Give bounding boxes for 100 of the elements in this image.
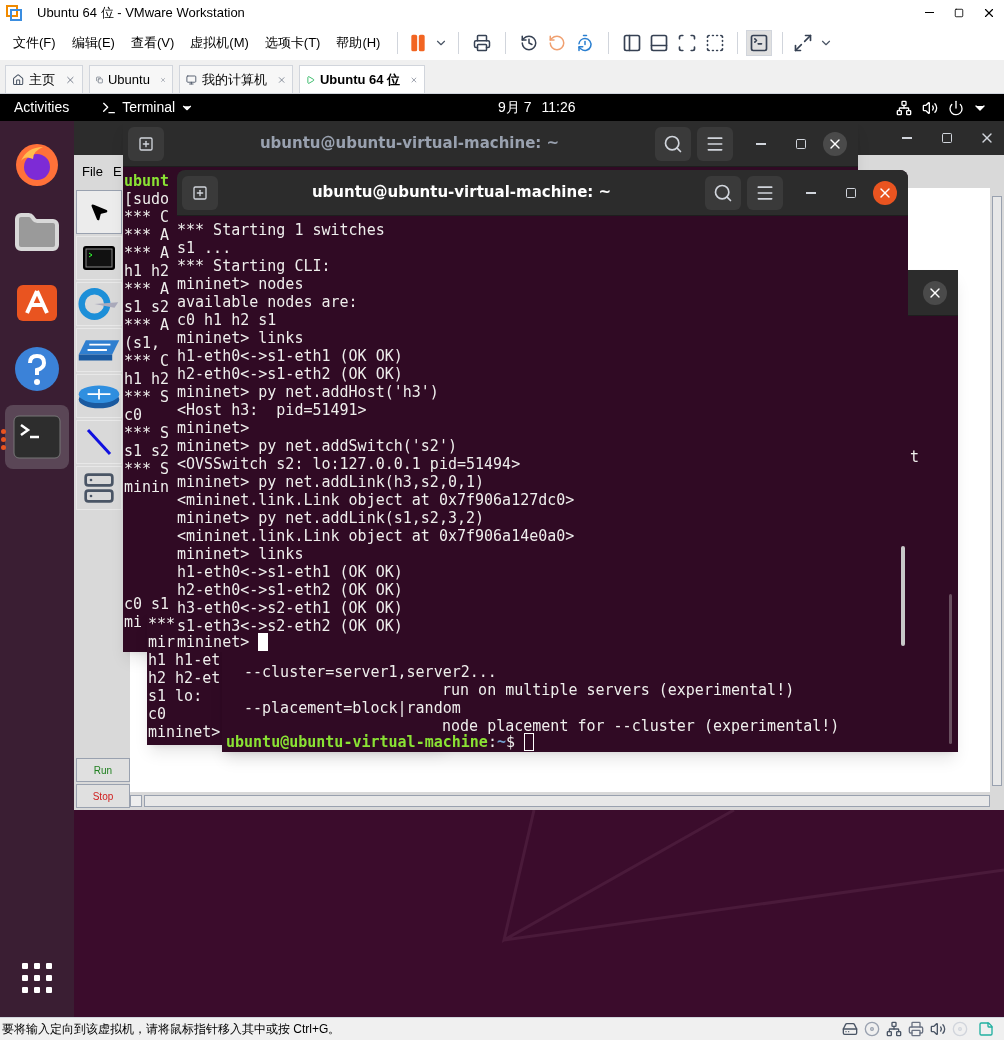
search-button[interactable] [655, 126, 691, 161]
terminal-line: *** A [124, 315, 170, 332]
terminal-line: *** S [124, 459, 170, 476]
network-icon[interactable] [896, 99, 912, 116]
browser-icon [13, 141, 61, 189]
tool-button[interactable] [76, 190, 122, 234]
send-keys-button[interactable] [473, 33, 492, 52]
menu-item[interactable]: 查看(V) [125, 29, 180, 56]
terminal-line: h1 h2 [124, 261, 170, 278]
controller-icon [78, 287, 120, 321]
menu-item[interactable]: 选项卡(T) [259, 29, 326, 56]
terminal-line: --cluster=server1,server2... [244, 662, 497, 679]
line-icon [86, 428, 112, 456]
window-title: Ubuntu 64 位 - VMware Workstation [37, 3, 245, 22]
terminal-line: c0 s1 [124, 594, 170, 611]
volume-icon[interactable] [922, 99, 938, 116]
new-tab-icon [138, 135, 154, 152]
network-icon[interactable] [886, 1021, 902, 1037]
run-button[interactable]: Run [76, 758, 130, 782]
terminal-line: mininet> py net.addLink(s1,s2,3,2) [177, 508, 485, 525]
terminal-line: <mininet.link.Link object at 0x7f906a127dc0> [177, 490, 575, 507]
unity-button[interactable] [705, 32, 726, 53]
terminal-line: mininet> [177, 418, 250, 435]
terminal-line: h2-eth0<->s1-eth2 (OK OK) [177, 580, 403, 597]
terminal-icon [13, 415, 61, 459]
history-icon [520, 33, 539, 52]
tab[interactable]: 主页 [5, 65, 83, 93]
terminal-line: s1 s2 [124, 297, 170, 314]
new-tab-button[interactable] [128, 126, 164, 161]
minimize-icon [756, 142, 766, 145]
sidebar-view-button[interactable] [622, 32, 643, 53]
home-icon [12, 71, 25, 88]
terminal-line: *** C [124, 351, 170, 368]
close-button[interactable] [823, 131, 847, 156]
tab-label: 主页 [29, 70, 56, 89]
snapshot-button[interactable] [520, 33, 539, 52]
new-tab-button[interactable] [182, 175, 218, 210]
terminal-line: *** A [124, 243, 170, 260]
app-grid-button[interactable] [22, 963, 52, 993]
window-title: ubuntu@ubuntu-virtual-machine: ~ [311, 182, 612, 204]
printer-icon[interactable] [908, 1021, 924, 1037]
tab[interactable]: 我的计算机 [179, 65, 293, 93]
new-tab-icon [192, 184, 208, 201]
scrollbar-thumb[interactable] [901, 546, 905, 646]
search-button[interactable] [705, 175, 741, 210]
menu-item[interactable]: 虚拟机(M) [185, 29, 254, 56]
terminal-line: t [910, 447, 920, 464]
terminal-line: *** S [124, 387, 170, 404]
terminal-line: run on multiple servers (experimental!) [442, 680, 795, 697]
terminal-line: ubunt [124, 171, 170, 188]
panel-left-icon [622, 32, 643, 53]
search-icon [663, 133, 683, 154]
menu-item[interactable]: 文件(F) [8, 29, 61, 56]
printer-icon [473, 33, 492, 52]
power-icon[interactable] [948, 99, 964, 116]
terminal-line: s1-eth3<->s2-eth2 (OK OK) [177, 616, 403, 633]
thumbnail-view-button[interactable] [649, 32, 670, 53]
scrollbar-thumb[interactable] [949, 594, 952, 744]
full-screen-icon [677, 32, 698, 53]
menu-item[interactable]: 编辑(E) [66, 29, 120, 56]
console-view-button[interactable] [746, 29, 773, 56]
snapshot-manager-button[interactable] [576, 33, 595, 52]
stop-button[interactable]: Stop [76, 784, 130, 808]
terminal-line: mininet> links [177, 544, 304, 561]
panel-bottom-icon [649, 32, 670, 53]
full-screen-button[interactable] [677, 32, 698, 53]
terminal-line: c0 [124, 405, 143, 422]
tab[interactable]: Ubuntu [89, 65, 173, 93]
tab[interactable]: Ubuntu 64 位 [299, 65, 425, 93]
terminal-line: h3-eth0<->s2-eth1 (OK OK) [177, 598, 403, 615]
dashed-square-icon [705, 32, 726, 53]
terminal-line: h1 h2 [124, 369, 170, 386]
terminal-line: available nodes are: [177, 292, 358, 309]
close-button[interactable] [923, 280, 947, 305]
sound-icon[interactable] [930, 1021, 946, 1037]
minimize-icon [806, 191, 816, 194]
terminal-line: *** C [124, 207, 170, 224]
timer-icon [576, 33, 595, 52]
terminal-line: minin [124, 477, 170, 494]
terminal-line: mininet> nodes [177, 274, 304, 291]
tab-label: 我的计算机 [201, 70, 267, 89]
menu-item[interactable]: E [110, 161, 124, 182]
clock-button[interactable]: 9月 7 11:26 [498, 97, 576, 118]
expand-icon [793, 32, 814, 53]
menu-item[interactable]: File [80, 161, 105, 182]
terminal-line: <mininet.link.Link object at 0x7f906a14e0a0> [177, 526, 575, 543]
menu-button[interactable] [747, 175, 783, 210]
maximize-icon [941, 132, 953, 144]
close-button[interactable] [873, 180, 897, 205]
app-menu-button[interactable]: Terminal [101, 97, 195, 118]
undo-icon [548, 33, 567, 52]
activities-button[interactable]: Activities [14, 97, 70, 118]
app-logo-icon [6, 4, 22, 21]
pointer-icon [89, 202, 109, 222]
window-title: ubuntu@ubuntu-virtual-machine: ~ [259, 133, 560, 155]
menu-button[interactable] [697, 126, 733, 161]
terminal-line: c0 h1 h2 s1 [177, 310, 277, 327]
menu-item[interactable]: 帮助(H) [331, 29, 386, 56]
terminal-line: [sudo [124, 189, 170, 206]
terminal-line: --placement=block|random [244, 698, 461, 715]
